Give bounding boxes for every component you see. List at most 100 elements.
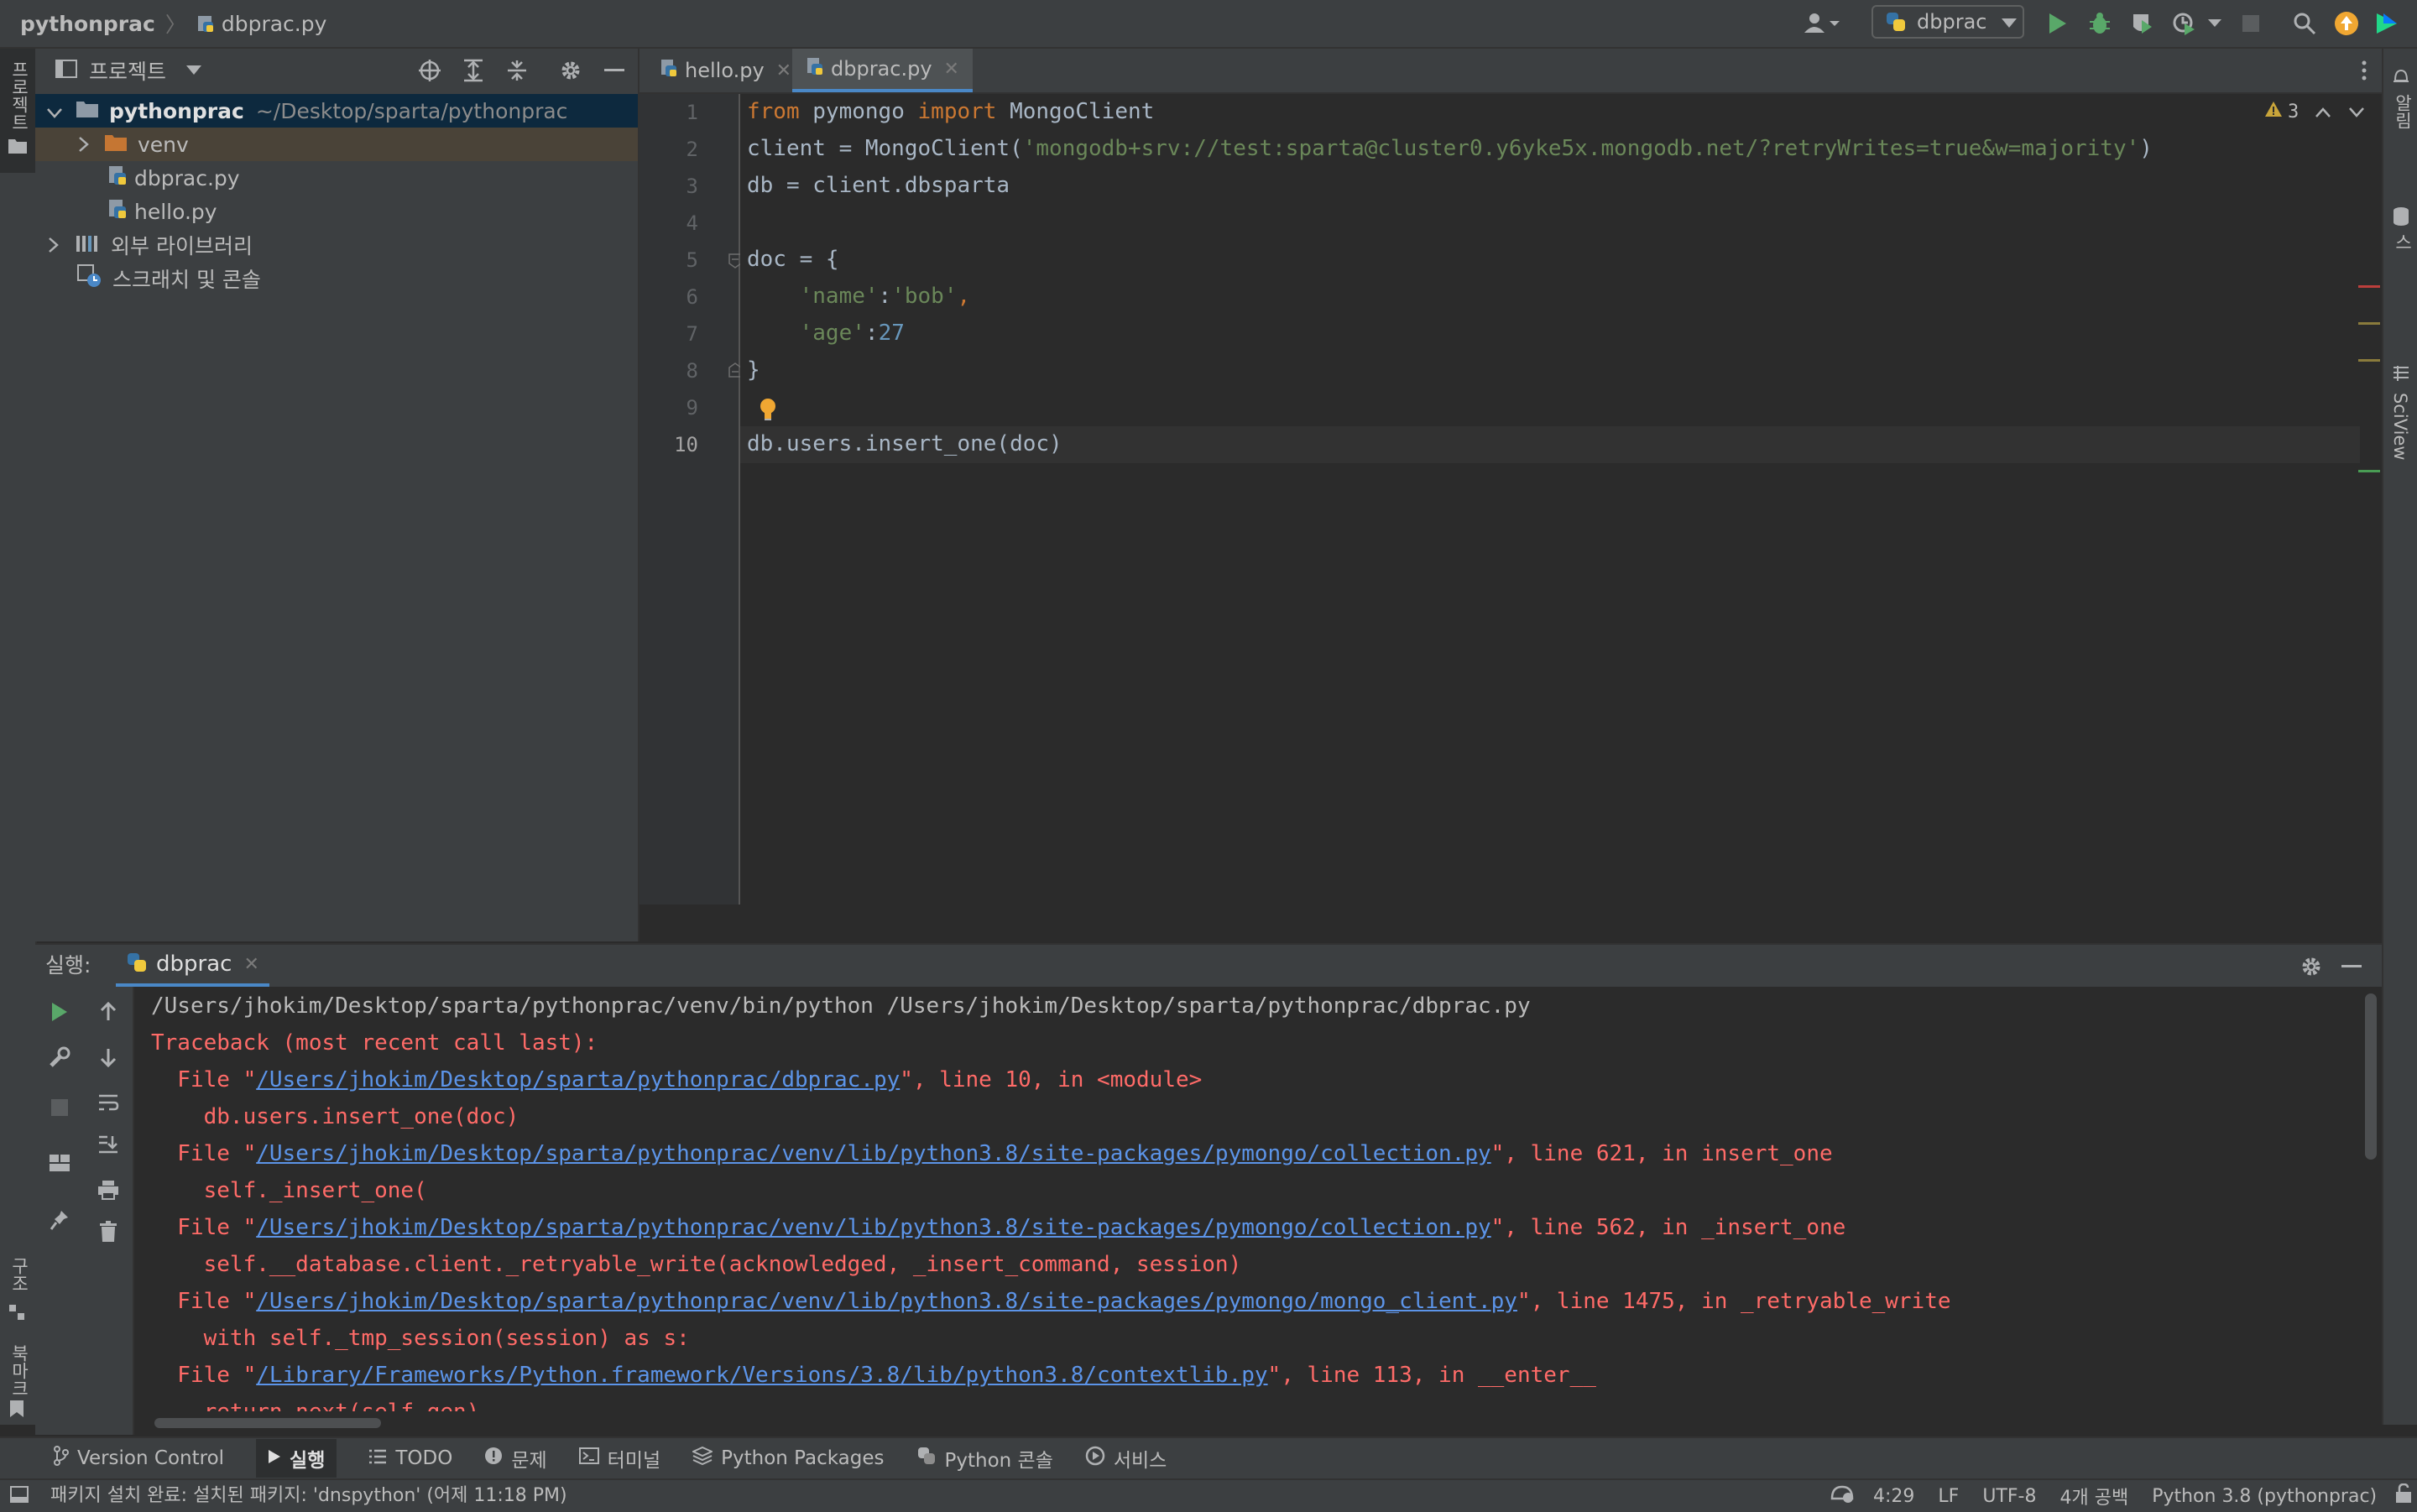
tool-tab-terminal[interactable]: 터미널 bbox=[578, 1444, 660, 1473]
hide-panel-icon[interactable] bbox=[598, 54, 631, 87]
ok-stripe-mark[interactable] bbox=[2358, 470, 2380, 472]
intention-bulb-icon[interactable] bbox=[759, 398, 777, 425]
edit-configuration-wrench-icon[interactable] bbox=[43, 1040, 76, 1074]
pin-icon[interactable] bbox=[43, 1203, 76, 1237]
database-tool-button[interactable]: 데이터베이스 bbox=[2383, 149, 2417, 334]
console-file-link[interactable]: /Users/jhokim/Desktop/sparta/pythonprac/… bbox=[256, 1141, 1490, 1166]
line-ending[interactable]: LF bbox=[1938, 1486, 1959, 1507]
warning-stripe-mark[interactable] bbox=[2358, 322, 2380, 325]
tab-hello-py[interactable]: hello.py ✕ bbox=[646, 49, 805, 92]
tree-item-scratches[interactable]: 스크래치 및 콘솔 bbox=[35, 262, 638, 295]
project-view-select[interactable]: 프로젝트 bbox=[55, 49, 202, 92]
console-traceback-header: Traceback (most recent call last): bbox=[151, 1030, 598, 1056]
debug-icon[interactable] bbox=[2083, 7, 2117, 40]
trash-icon[interactable] bbox=[91, 1215, 125, 1249]
notifications-tool-button[interactable]: 알림 bbox=[2383, 57, 2417, 141]
close-icon[interactable]: ✕ bbox=[944, 59, 959, 80]
tool-tab-version-control[interactable]: Version Control bbox=[54, 1446, 224, 1471]
lock-open-icon[interactable] bbox=[2395, 1483, 2412, 1509]
console-file-link[interactable]: /Library/Frameworks/Python.framework/Ver… bbox=[256, 1363, 1267, 1388]
run-icon[interactable] bbox=[2041, 7, 2075, 40]
expand-all-icon[interactable] bbox=[457, 54, 490, 87]
tree-item-label: hello.py bbox=[134, 199, 217, 224]
search-icon[interactable] bbox=[2288, 7, 2321, 40]
ide-logo-icon[interactable] bbox=[2370, 7, 2404, 40]
user-account-icon[interactable] bbox=[1796, 7, 1846, 40]
close-icon[interactable]: ✕ bbox=[776, 60, 791, 81]
rerun-icon[interactable] bbox=[43, 995, 76, 1029]
error-stripe-mark[interactable] bbox=[2358, 285, 2380, 288]
soft-wrap-icon[interactable] bbox=[91, 1086, 125, 1119]
code-line-6: 'name':'bob', bbox=[799, 284, 971, 309]
tool-tab-python-console[interactable]: Python 콘솔 bbox=[916, 1444, 1053, 1473]
tree-item-label: pythonprac bbox=[109, 98, 244, 123]
layout-icon[interactable] bbox=[43, 1146, 76, 1180]
breadcrumb-project[interactable]: pythonprac bbox=[20, 12, 155, 36]
code-line-5: doc = { bbox=[747, 247, 839, 272]
tree-item-external-libraries[interactable]: 외부 라이브러리 bbox=[35, 228, 638, 262]
close-icon[interactable]: ✕ bbox=[243, 954, 258, 975]
console-vertical-scrollbar-thumb[interactable] bbox=[2365, 993, 2377, 1160]
collapse-all-icon[interactable] bbox=[500, 54, 534, 87]
arrow-down-icon[interactable] bbox=[91, 1040, 125, 1074]
more-run-actions-chevron-icon[interactable] bbox=[2202, 7, 2227, 40]
chevron-up-icon[interactable] bbox=[2315, 102, 2331, 123]
print-icon[interactable] bbox=[91, 1173, 125, 1207]
tool-tab-problems[interactable]: 문제 bbox=[484, 1444, 547, 1473]
tool-tab-run[interactable]: 실행 bbox=[256, 1439, 337, 1478]
code-editor[interactable]: from pymongo import MongoClient client =… bbox=[740, 94, 2380, 905]
stop-icon[interactable] bbox=[2234, 7, 2268, 40]
sciview-tool-button[interactable]: SciView bbox=[2383, 359, 2417, 477]
settings-gear-icon[interactable] bbox=[554, 54, 587, 87]
console-code-line: self._insert_one( bbox=[151, 1178, 427, 1203]
tool-tab-python-packages[interactable]: Python Packages bbox=[691, 1446, 885, 1470]
project-panel-title: 프로젝트 bbox=[89, 60, 167, 84]
code-line-7: 'age':27 bbox=[799, 321, 905, 346]
code-line-1: from pymongo import MongoClient bbox=[747, 99, 1155, 124]
update-icon[interactable] bbox=[2330, 7, 2363, 40]
layers-icon bbox=[691, 1446, 714, 1470]
tab-label: hello.py bbox=[685, 59, 765, 82]
console-file-link[interactable]: /Users/jhokim/Desktop/sparta/pythonprac/… bbox=[256, 1215, 1490, 1240]
power-save-icon[interactable] bbox=[1830, 1483, 1855, 1509]
locate-file-icon[interactable] bbox=[413, 54, 446, 87]
tree-item-hello[interactable]: hello.py bbox=[35, 195, 638, 228]
settings-gear-icon[interactable] bbox=[2294, 950, 2328, 983]
toggle-tool-windows-icon[interactable] bbox=[10, 1486, 29, 1508]
bookmarks-tool-button[interactable]: 북마크 bbox=[0, 1344, 35, 1445]
bookmarks-tool-label: 북마크 bbox=[9, 1344, 29, 1397]
console-file-link[interactable]: /Users/jhokim/Desktop/sparta/pythonprac/… bbox=[256, 1289, 1517, 1314]
inspection-widget[interactable]: 3 bbox=[2264, 101, 2365, 123]
hide-panel-icon[interactable] bbox=[2335, 950, 2368, 983]
warning-stripe-mark[interactable] bbox=[2358, 359, 2380, 362]
profile-icon[interactable] bbox=[2167, 7, 2200, 40]
indent-setting[interactable]: 4개 공백 bbox=[2059, 1483, 2128, 1509]
status-message[interactable]: 패키지 설치 완료: 설치된 패키지: 'dnspython' (어제 11:1… bbox=[50, 1480, 567, 1512]
structure-tool-button[interactable]: 구조 bbox=[0, 1257, 35, 1358]
tool-tab-services[interactable]: 서비스 bbox=[1085, 1444, 1167, 1473]
scroll-to-end-icon[interactable] bbox=[91, 1128, 125, 1161]
python-interpreter[interactable]: Python 3.8 (pythonprac) bbox=[2152, 1486, 2377, 1507]
stop-icon[interactable] bbox=[43, 1091, 76, 1124]
caret-position[interactable]: 4:29 bbox=[1873, 1486, 1914, 1507]
run-with-coverage-icon[interactable] bbox=[2125, 7, 2159, 40]
run-configuration-select[interactable]: dbprac bbox=[1871, 5, 2024, 39]
console-file-link[interactable]: /Users/jhokim/Desktop/sparta/pythonprac/… bbox=[256, 1067, 900, 1092]
tree-item-project-root[interactable]: pythonprac ~/Desktop/sparta/pythonprac bbox=[35, 94, 638, 128]
run-tab-dbprac[interactable]: dbprac ✕ bbox=[116, 945, 269, 987]
project-tool-button[interactable]: 프로젝트 bbox=[0, 49, 35, 173]
tree-item-dbprac[interactable]: dbprac.py bbox=[35, 161, 638, 195]
console-horizontal-scrollbar-thumb[interactable] bbox=[154, 1418, 381, 1428]
breadcrumb-file[interactable]: dbprac.py bbox=[222, 12, 327, 36]
line-number: 7 bbox=[686, 322, 698, 346]
list-icon bbox=[368, 1447, 387, 1469]
tree-item-label: 스크래치 및 콘솔 bbox=[112, 268, 261, 292]
tool-tab-todo[interactable]: TODO bbox=[368, 1447, 452, 1469]
tab-dbprac-py[interactable]: dbprac.py ✕ bbox=[792, 49, 973, 92]
tree-item-venv[interactable]: venv bbox=[35, 128, 638, 161]
chevron-down-icon[interactable] bbox=[2349, 102, 2365, 123]
run-console-output[interactable]: /Users/jhokim/Desktop/sparta/pythonprac/… bbox=[134, 987, 2358, 1411]
more-tabs-icon[interactable] bbox=[2352, 54, 2377, 87]
file-encoding[interactable]: UTF-8 bbox=[1982, 1486, 2036, 1507]
arrow-up-icon[interactable] bbox=[91, 995, 125, 1029]
